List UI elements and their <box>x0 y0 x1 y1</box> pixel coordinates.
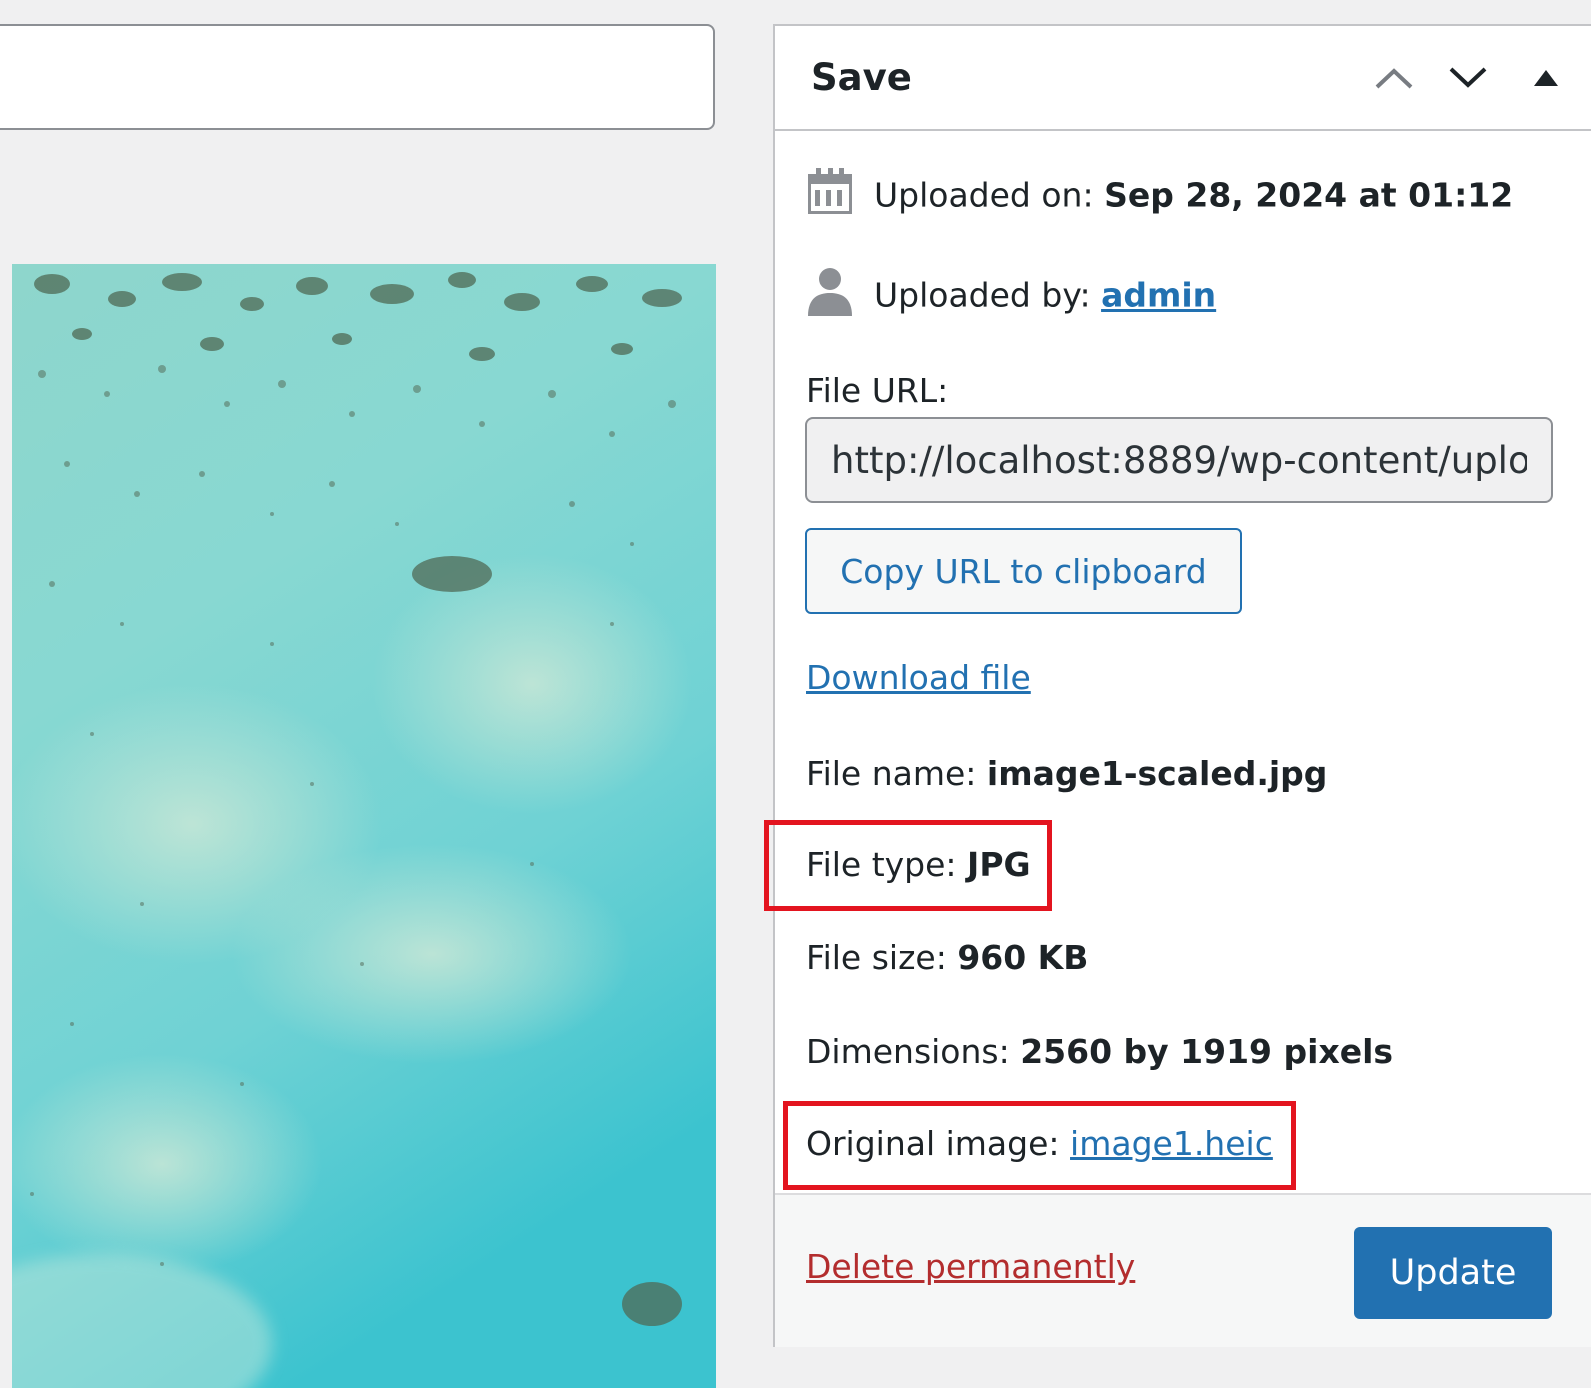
uploaded-by-label: Uploaded by: <box>874 275 1102 315</box>
file-size-value: 960 KB <box>957 938 1089 977</box>
panel-footer: Delete permanently Update <box>775 1193 1591 1347</box>
file-type-row: File type: JPG <box>806 845 1031 884</box>
file-name-label: File name: <box>806 754 987 793</box>
file-name-row: File name: image1-scaled.jpg <box>806 754 1327 793</box>
uploaded-by-row: Uploaded by: admin <box>806 266 1216 324</box>
delete-permanently-link[interactable]: Delete permanently <box>806 1247 1135 1286</box>
original-image-row: Original image: image1.heic <box>806 1124 1273 1163</box>
toggle-panel-button[interactable] <box>1519 54 1573 102</box>
image-preview <box>12 264 716 1388</box>
uploaded-by-link[interactable]: admin <box>1101 276 1216 315</box>
copy-url-button[interactable]: Copy URL to clipboard <box>805 528 1242 614</box>
original-image-label: Original image: <box>806 1124 1071 1163</box>
update-button[interactable]: Update <box>1354 1227 1552 1319</box>
file-size-label: File size: <box>806 938 958 977</box>
triangle-up-icon <box>1533 69 1559 87</box>
file-name-value: image1-scaled.jpg <box>986 754 1328 793</box>
dimensions-label: Dimensions: <box>806 1032 1021 1071</box>
chevron-down-icon <box>1448 66 1488 90</box>
move-down-button[interactable] <box>1441 54 1495 102</box>
dimensions-value: 2560 by 1919 pixels <box>1020 1032 1394 1071</box>
file-type-label: File type: <box>806 845 968 884</box>
panel-header: Save <box>775 26 1591 131</box>
save-panel: Save Uploaded on: Sep 28, 2024 at 01:12 … <box>773 24 1591 1347</box>
uploaded-on-label: Uploaded on: <box>874 175 1105 215</box>
uploaded-on-value: Sep 28, 2024 at 01:12 <box>1104 175 1514 215</box>
file-url-field[interactable] <box>805 417 1553 503</box>
file-url-label: File URL: <box>806 371 949 410</box>
chevron-up-icon <box>1374 66 1414 90</box>
uploaded-on-row: Uploaded on: Sep 28, 2024 at 01:12 <box>806 166 1513 224</box>
move-up-button[interactable] <box>1367 54 1421 102</box>
file-size-row: File size: 960 KB <box>806 938 1088 977</box>
original-image-link[interactable]: image1.heic <box>1070 1124 1273 1163</box>
download-file-link[interactable]: Download file <box>806 658 1031 697</box>
dimensions-row: Dimensions: 2560 by 1919 pixels <box>806 1032 1393 1071</box>
panel-title: Save <box>811 56 912 99</box>
user-icon <box>806 266 854 324</box>
file-type-value: JPG <box>967 845 1031 884</box>
title-input[interactable] <box>0 24 715 130</box>
calendar-icon <box>806 166 854 224</box>
